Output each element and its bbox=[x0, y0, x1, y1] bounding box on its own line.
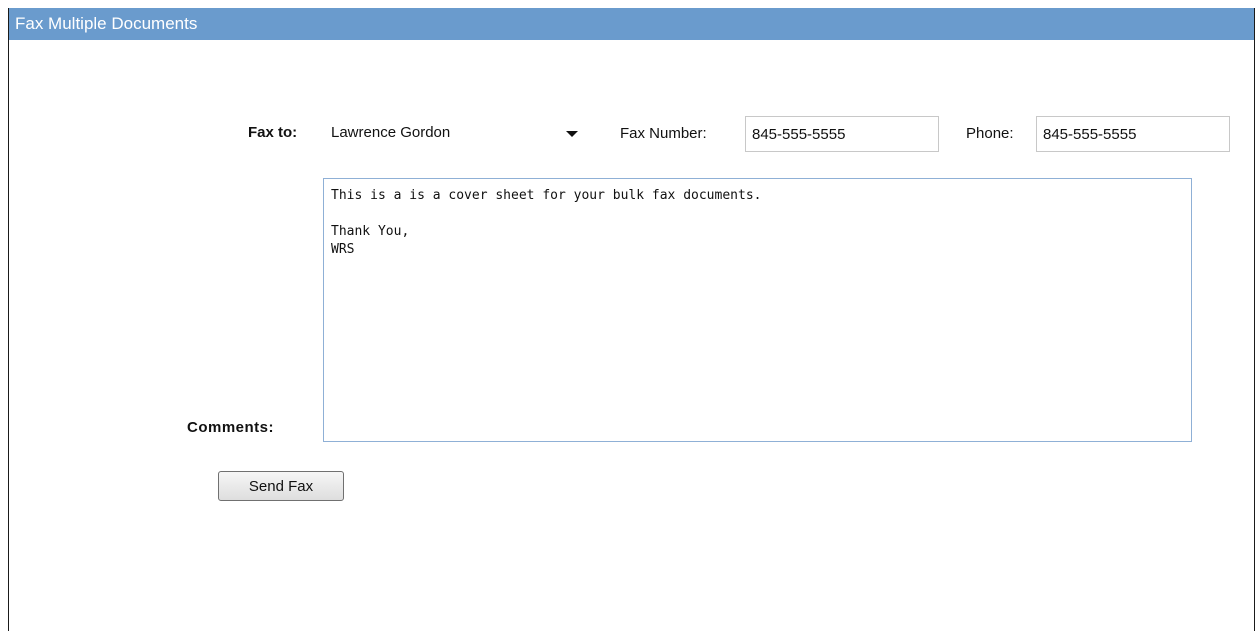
panel-title: Fax Multiple Documents bbox=[9, 8, 1254, 40]
comments-textarea[interactable]: This is a is a cover sheet for your bulk… bbox=[323, 178, 1192, 442]
comments-label: Comments: bbox=[187, 419, 275, 436]
caret-down-icon bbox=[566, 131, 578, 137]
phone-input[interactable] bbox=[1036, 116, 1230, 152]
fax-to-select[interactable]: Lawrence Gordon bbox=[322, 115, 592, 151]
send-fax-button[interactable]: Send Fax bbox=[218, 471, 344, 501]
phone-label: Phone: bbox=[966, 125, 1014, 142]
fax-to-selected-value: Lawrence Gordon bbox=[331, 124, 451, 141]
fax-to-label: Fax to: bbox=[248, 124, 298, 141]
fax-number-label: Fax Number: bbox=[620, 125, 707, 142]
fax-number-input[interactable] bbox=[745, 116, 939, 152]
